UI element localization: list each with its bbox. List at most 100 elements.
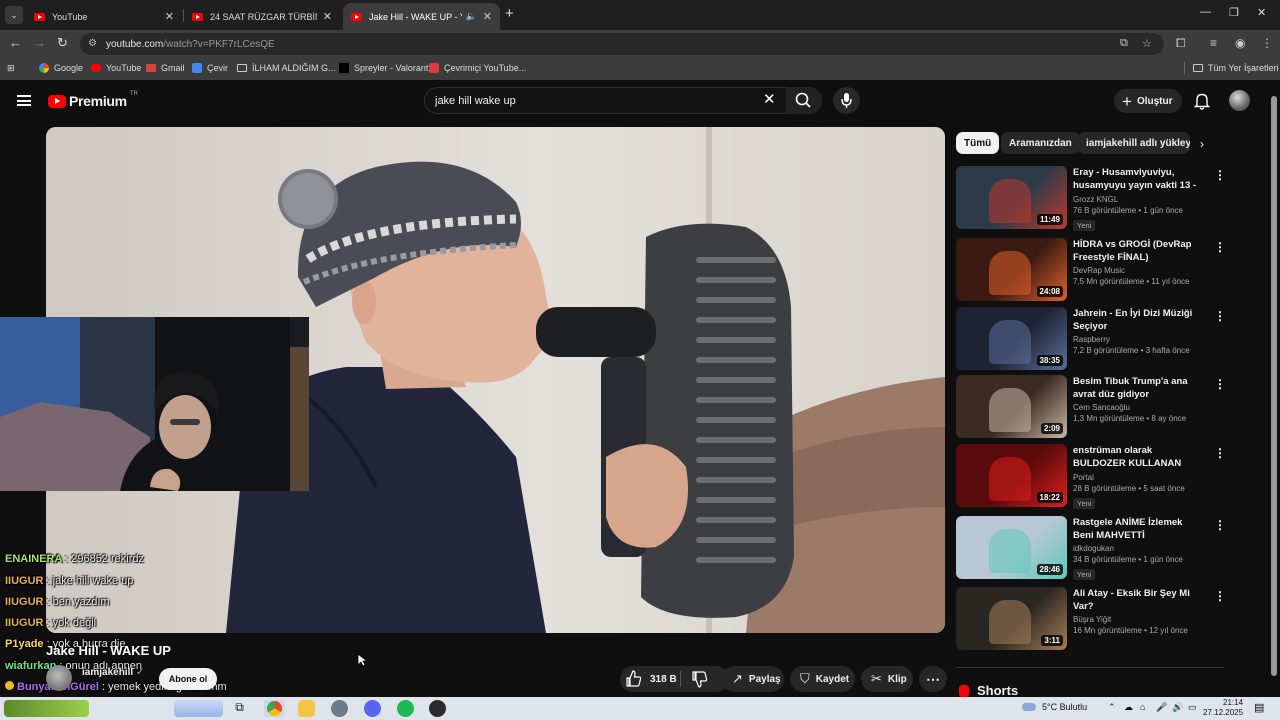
- more-vert-icon[interactable]: ⋮: [1214, 377, 1226, 391]
- notifications-button[interactable]: [1193, 91, 1211, 116]
- save-button[interactable]: ⛉ Kaydet: [790, 666, 855, 692]
- taskbar-game-widget[interactable]: [4, 700, 89, 717]
- close-tab-icon[interactable]: ✕: [323, 10, 332, 23]
- new-tab-button[interactable]: +: [505, 5, 514, 22]
- bookmark-youtube[interactable]: YouTube: [91, 63, 141, 73]
- search-button[interactable]: [786, 87, 822, 114]
- tray-network-icon[interactable]: ⌂: [1140, 702, 1145, 712]
- youtube-premium-logo[interactable]: Premium TR: [48, 91, 138, 109]
- recommended-title[interactable]: HİDRA vs GROGİ (DevRap Freestyle FİNAL): [1073, 238, 1205, 264]
- address-bar[interactable]: ⚙ youtube.com/watch?v=PKF7rLCesQE: [80, 33, 1164, 55]
- discord-icon[interactable]: [364, 700, 381, 717]
- file-explorer-icon[interactable]: [298, 700, 315, 717]
- spotify-icon[interactable]: [397, 700, 414, 717]
- apps-grid-icon[interactable]: ⊞: [7, 63, 15, 74]
- restore-icon[interactable]: ❐: [1229, 6, 1239, 19]
- more-vert-icon[interactable]: ⋮: [1214, 240, 1226, 254]
- bookmark-gmail[interactable]: Gmail: [146, 63, 185, 73]
- video-thumbnail[interactable]: 11:49: [956, 166, 1067, 229]
- profile-icon[interactable]: ◉: [1235, 36, 1245, 50]
- recommended-video[interactable]: 24:08 HİDRA vs GROGİ (DevRap Freestyle Fİ…: [956, 238, 1256, 302]
- video-thumbnail[interactable]: 38:35: [956, 307, 1067, 370]
- clock[interactable]: 21:14 27.12.2025: [1203, 698, 1243, 718]
- all-bookmarks-folder[interactable]: Tüm Yer İşaretleri: [1193, 63, 1279, 73]
- video-thumbnail[interactable]: 2:09: [956, 375, 1067, 438]
- task-view-icon[interactable]: ⧉: [231, 700, 248, 717]
- create-button[interactable]: + Oluştur: [1114, 89, 1182, 113]
- recommended-channel[interactable]: Raspberry: [1073, 335, 1205, 344]
- recommended-channel[interactable]: Portal: [1073, 473, 1205, 482]
- bookmark-folder-ilham[interactable]: İLHAM ALDIĞIM G...: [237, 63, 336, 73]
- video-thumbnail[interactable]: 24:08: [956, 238, 1067, 301]
- weather-widget[interactable]: 5°C Bulutlu: [1022, 702, 1087, 712]
- bookmark-translate[interactable]: Çevir: [192, 63, 228, 73]
- channel-name-link[interactable]: iamjakehill ✓: [82, 667, 144, 678]
- recommended-title[interactable]: Besim Tibuk Trump'a ana avrat düz gidiyo…: [1073, 375, 1205, 401]
- forward-arrow-icon[interactable]: →: [33, 35, 46, 50]
- tray-chevron-icon[interactable]: ⌃: [1108, 702, 1116, 713]
- recommended-title[interactable]: enstrüman olarak BULDOZER KULLANAN DELİM…: [1073, 444, 1205, 471]
- share-button[interactable]: ↗ Paylaş: [722, 666, 784, 692]
- tab-search-button[interactable]: ⌄: [5, 6, 23, 24]
- subscribe-button[interactable]: Abone ol: [159, 668, 217, 690]
- video-thumbnail[interactable]: 28:46: [956, 516, 1067, 579]
- browser-menu-icon[interactable]: ⋮: [1261, 36, 1273, 50]
- bookmark-star-icon[interactable]: ☆: [1142, 37, 1152, 50]
- recommended-video[interactable]: 11:49 Eray - Husamviyuviyu, husamyuyu yay…: [956, 166, 1256, 231]
- tray-cloud-icon[interactable]: ☁: [1124, 702, 1133, 713]
- dislike-button[interactable]: [686, 666, 716, 695]
- voice-search-button[interactable]: [833, 87, 860, 114]
- chip-from-search[interactable]: Aramanızdan: [1001, 132, 1080, 154]
- more-actions-button[interactable]: ⋯: [919, 666, 947, 692]
- tray-volume-icon[interactable]: 🔊: [1172, 702, 1183, 713]
- tray-display-icon[interactable]: ▭: [1188, 702, 1197, 713]
- recommended-title[interactable]: Eray - Husamviyuviyu, husamyuyu yayın va…: [1073, 166, 1205, 193]
- bookmark-valorant[interactable]: Spreyler - Valorant: [339, 63, 428, 73]
- hamburger-menu-icon[interactable]: [17, 95, 31, 106]
- cast-icon[interactable]: ⧉: [1120, 37, 1128, 50]
- tray-mic-icon[interactable]: 🎤: [1156, 702, 1167, 713]
- recommended-channel[interactable]: idkdogukan: [1073, 544, 1205, 553]
- obs-icon[interactable]: [429, 700, 446, 717]
- media-control-icon[interactable]: ≡: [1210, 36, 1217, 50]
- recommended-title[interactable]: Rastgele ANİME İzlemek Beni MAHVETTİ: [1073, 516, 1205, 542]
- reload-icon[interactable]: ↻: [57, 35, 68, 51]
- clear-search-icon[interactable]: ✕: [763, 91, 776, 108]
- speaker-icon[interactable]: 🔈: [466, 11, 477, 22]
- tab-youtube-home[interactable]: YouTube ✕: [26, 3, 182, 30]
- notification-center-icon[interactable]: ▤: [1254, 701, 1264, 714]
- bookmark-online-youtube[interactable]: Çevrimiçi YouTube...: [429, 63, 526, 73]
- recommended-video[interactable]: 18:22 enstrüman olarak BULDOZER KULLANAN …: [956, 444, 1256, 509]
- more-vert-icon[interactable]: ⋮: [1214, 309, 1226, 323]
- close-tab-icon[interactable]: ✕: [483, 10, 492, 23]
- close-window-icon[interactable]: ✕: [1257, 6, 1266, 19]
- site-info-icon[interactable]: ⚙: [88, 38, 97, 49]
- recommended-channel[interactable]: Grozz KNGL: [1073, 195, 1205, 204]
- recommended-video[interactable]: 38:35 Jahrein - En İyi Dizi Müziği Seçiyo…: [956, 307, 1256, 371]
- recommended-channel[interactable]: DevRap Music: [1073, 266, 1205, 275]
- clip-button[interactable]: ✂ Klip: [861, 666, 913, 692]
- recommended-channel[interactable]: Büşra Yiğit: [1073, 615, 1205, 624]
- video-thumbnail[interactable]: 3:11: [956, 587, 1067, 650]
- tab-wind-turbine[interactable]: 24 SAAT RÜZGAR TÜRBİNİNDE ✕: [184, 3, 340, 30]
- taskbar-wallpaper-widget[interactable]: [174, 700, 223, 717]
- recommended-video[interactable]: 3:11 Ali Atay - Eksik Bir Şey Mi Var? Büşr…: [956, 587, 1256, 651]
- recommended-title[interactable]: Ali Atay - Eksik Bir Şey Mi Var?: [1073, 587, 1205, 613]
- back-arrow-icon[interactable]: ←: [9, 35, 22, 50]
- extensions-icon[interactable]: ⧠: [1176, 36, 1186, 51]
- page-scrollbar[interactable]: [1271, 92, 1277, 688]
- more-vert-icon[interactable]: ⋮: [1214, 589, 1226, 603]
- bookmark-google[interactable]: Google: [39, 63, 83, 73]
- close-tab-icon[interactable]: ✕: [165, 10, 174, 23]
- recommended-channel[interactable]: Cem Sancaoğlu: [1073, 403, 1205, 412]
- chevron-right-icon[interactable]: ›: [1200, 137, 1204, 151]
- like-button[interactable]: 318 B: [620, 666, 677, 692]
- video-thumbnail[interactable]: 18:22: [956, 444, 1067, 507]
- more-vert-icon[interactable]: ⋮: [1214, 518, 1226, 532]
- steam-icon[interactable]: [331, 700, 348, 717]
- more-vert-icon[interactable]: ⋮: [1214, 446, 1226, 460]
- chrome-taskbar-button[interactable]: [264, 700, 285, 717]
- tab-jake-hill-active[interactable]: Jake Hill - WAKE UP - YouTube 🔈 ✕: [343, 3, 500, 30]
- chip-uploader[interactable]: iamjakehill adlı yükleyici: [1078, 132, 1190, 154]
- recommended-video[interactable]: 2:09 Besim Tibuk Trump'a ana avrat düz gi…: [956, 375, 1256, 439]
